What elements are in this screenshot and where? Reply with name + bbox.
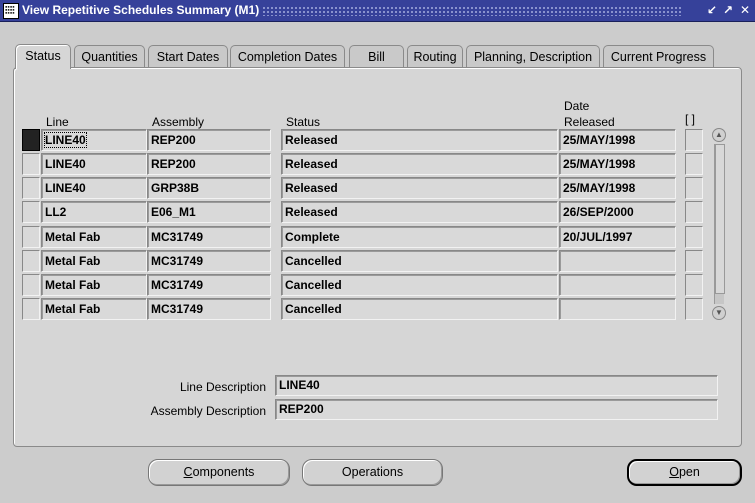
open-mnemonic: O <box>669 465 679 479</box>
cell-assembly[interactable]: REP200 <box>147 129 271 151</box>
scroll-up-icon[interactable]: ▲ <box>712 128 726 142</box>
row-selector[interactable] <box>22 129 40 151</box>
cell-date-released[interactable] <box>559 250 676 272</box>
minimize-icon[interactable]: ↙ <box>705 3 719 17</box>
cell-line[interactable]: Metal Fab <box>41 250 147 272</box>
row-checkbox[interactable] <box>685 274 703 296</box>
close-icon[interactable]: ✕ <box>738 3 752 17</box>
cell-status[interactable]: Cancelled <box>281 250 558 272</box>
row-checkbox[interactable] <box>685 201 703 223</box>
row-selector[interactable] <box>22 201 40 223</box>
column-header-check: [ ] <box>685 112 696 126</box>
components-button[interactable]: Components <box>148 459 290 486</box>
title-bar: ▪▪▪▪ ▪▪▪▪ ▪▪▪▪ View Repetitive Schedules S… <box>0 0 755 22</box>
cell-date-released[interactable]: 25/MAY/1998 <box>559 153 676 175</box>
cell-assembly[interactable]: MC31749 <box>147 250 271 272</box>
cell-date-released[interactable] <box>559 298 676 320</box>
cell-date-released[interactable]: 25/MAY/1998 <box>559 129 676 151</box>
cell-assembly[interactable]: MC31749 <box>147 226 271 248</box>
tab-completion-dates[interactable]: Completion Dates <box>230 45 345 69</box>
app-icon: ▪▪▪▪ ▪▪▪▪ ▪▪▪▪ <box>3 3 19 19</box>
row-checkbox[interactable] <box>685 250 703 272</box>
tab-status[interactable]: Status <box>15 44 71 69</box>
column-header-assembly: Assembly <box>152 115 205 129</box>
scroll-track[interactable] <box>714 144 725 304</box>
row-checkbox[interactable] <box>685 226 703 248</box>
cell-assembly[interactable]: GRP38B <box>147 177 271 199</box>
row-selector[interactable] <box>22 274 40 296</box>
assembly-description-field[interactable]: REP200 <box>275 399 718 420</box>
assembly-description-label: Assembly Description <box>150 404 266 418</box>
cell-date-released[interactable]: 20/JUL/1997 <box>559 226 676 248</box>
column-header-date-line2: Released <box>564 115 615 129</box>
title-bar-pattern <box>262 6 683 16</box>
tab-start-dates[interactable]: Start Dates <box>148 45 228 69</box>
tab-current-progress[interactable]: Current Progress <box>603 45 714 69</box>
row-checkbox[interactable] <box>685 177 703 199</box>
cell-line[interactable]: LINE40 <box>41 129 147 151</box>
cell-status[interactable]: Released <box>281 153 558 175</box>
column-header-date-line1: Date <box>564 99 590 113</box>
scroll-down-icon[interactable]: ▼ <box>712 306 726 320</box>
cell-line[interactable]: LINE40 <box>41 153 147 175</box>
cell-assembly[interactable]: MC31749 <box>147 298 271 320</box>
cell-assembly[interactable]: MC31749 <box>147 274 271 296</box>
components-mnemonic: C <box>183 465 193 479</box>
row-checkbox[interactable] <box>685 129 703 151</box>
line-description-field[interactable]: LINE40 <box>275 375 718 396</box>
tab-bill[interactable]: Bill <box>349 45 404 69</box>
operations-button[interactable]: Operations <box>302 459 443 486</box>
window-title: View Repetitive Schedules Summary (M1) <box>22 3 260 17</box>
tab-routing[interactable]: Routing <box>407 45 463 69</box>
row-selector[interactable] <box>22 226 40 248</box>
row-selector[interactable] <box>22 177 40 199</box>
maximize-icon[interactable]: ↗ <box>721 3 735 17</box>
cell-line[interactable]: LL2 <box>41 201 147 223</box>
row-selector[interactable] <box>22 298 40 320</box>
cell-date-released[interactable] <box>559 274 676 296</box>
vertical-scrollbar[interactable]: ▲ ▼ <box>712 128 726 321</box>
scroll-thumb[interactable] <box>715 144 725 294</box>
cell-line[interactable]: LINE40 <box>41 177 147 199</box>
cell-status[interactable]: Cancelled <box>281 298 558 320</box>
row-checkbox[interactable] <box>685 153 703 175</box>
cell-line[interactable]: Metal Fab <box>41 298 147 320</box>
cell-date-released[interactable]: 26/SEP/2000 <box>559 201 676 223</box>
cell-line[interactable]: Metal Fab <box>41 274 147 296</box>
open-button[interactable]: Open <box>627 459 742 486</box>
cell-line[interactable]: Metal Fab <box>41 226 147 248</box>
line-description-label: Line Description <box>179 380 266 394</box>
column-header-status: Status <box>286 115 321 129</box>
cell-status[interactable]: Cancelled <box>281 274 558 296</box>
open-label: pen <box>678 465 700 479</box>
tab-planning-description[interactable]: Planning, Description <box>466 45 600 69</box>
row-selector[interactable] <box>22 153 40 175</box>
column-header-line: Line <box>46 115 69 129</box>
cell-status[interactable]: Released <box>281 177 558 199</box>
row-checkbox[interactable] <box>685 298 703 320</box>
components-label: omponents <box>192 465 255 479</box>
cell-status[interactable]: Released <box>281 201 558 223</box>
row-selector[interactable] <box>22 250 40 272</box>
cell-status[interactable]: Complete <box>281 226 558 248</box>
cell-status[interactable]: Released <box>281 129 558 151</box>
tab-quantities[interactable]: Quantities <box>74 45 145 69</box>
cell-assembly[interactable]: E06_M1 <box>147 201 271 223</box>
cell-assembly[interactable]: REP200 <box>147 153 271 175</box>
cell-date-released[interactable]: 25/MAY/1998 <box>559 177 676 199</box>
